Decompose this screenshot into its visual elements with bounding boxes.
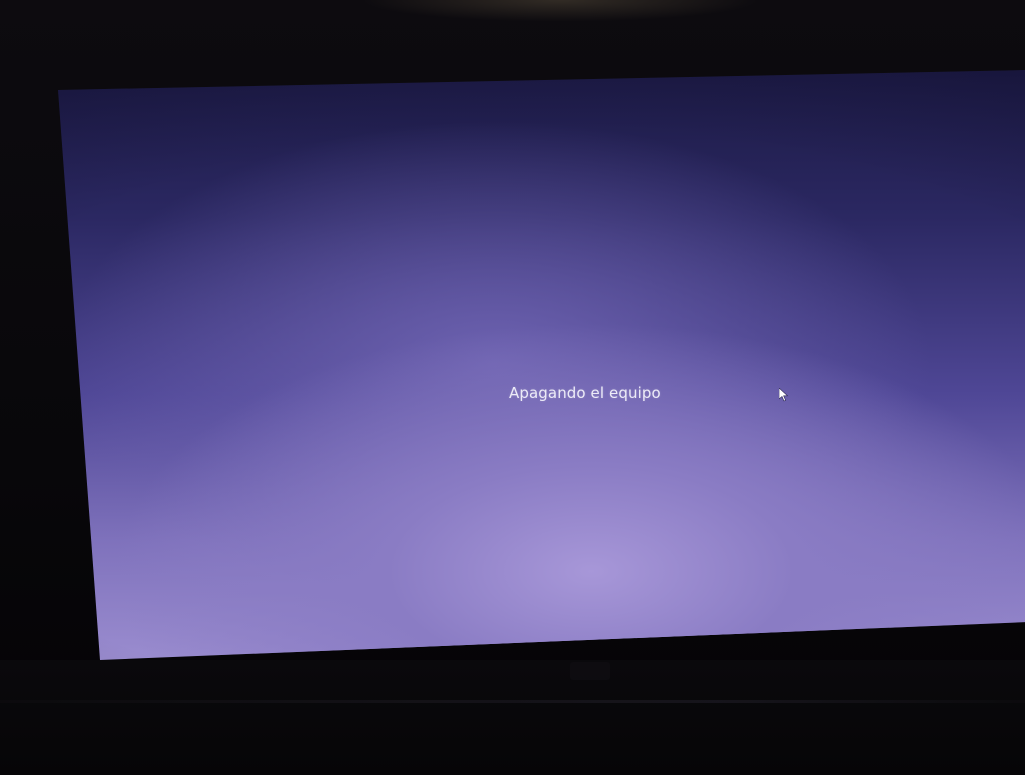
top-glare (360, 0, 760, 22)
laptop-lower-body (0, 660, 1025, 775)
shutdown-status-message: Apagando el equipo (509, 384, 661, 402)
shutdown-screen (58, 70, 1025, 660)
laptop-hinge-edge (0, 700, 1025, 703)
mouse-pointer-icon (779, 388, 789, 402)
laptop-logo-area (570, 662, 610, 680)
photo-of-laptop: Apagando el equipo (0, 0, 1025, 775)
